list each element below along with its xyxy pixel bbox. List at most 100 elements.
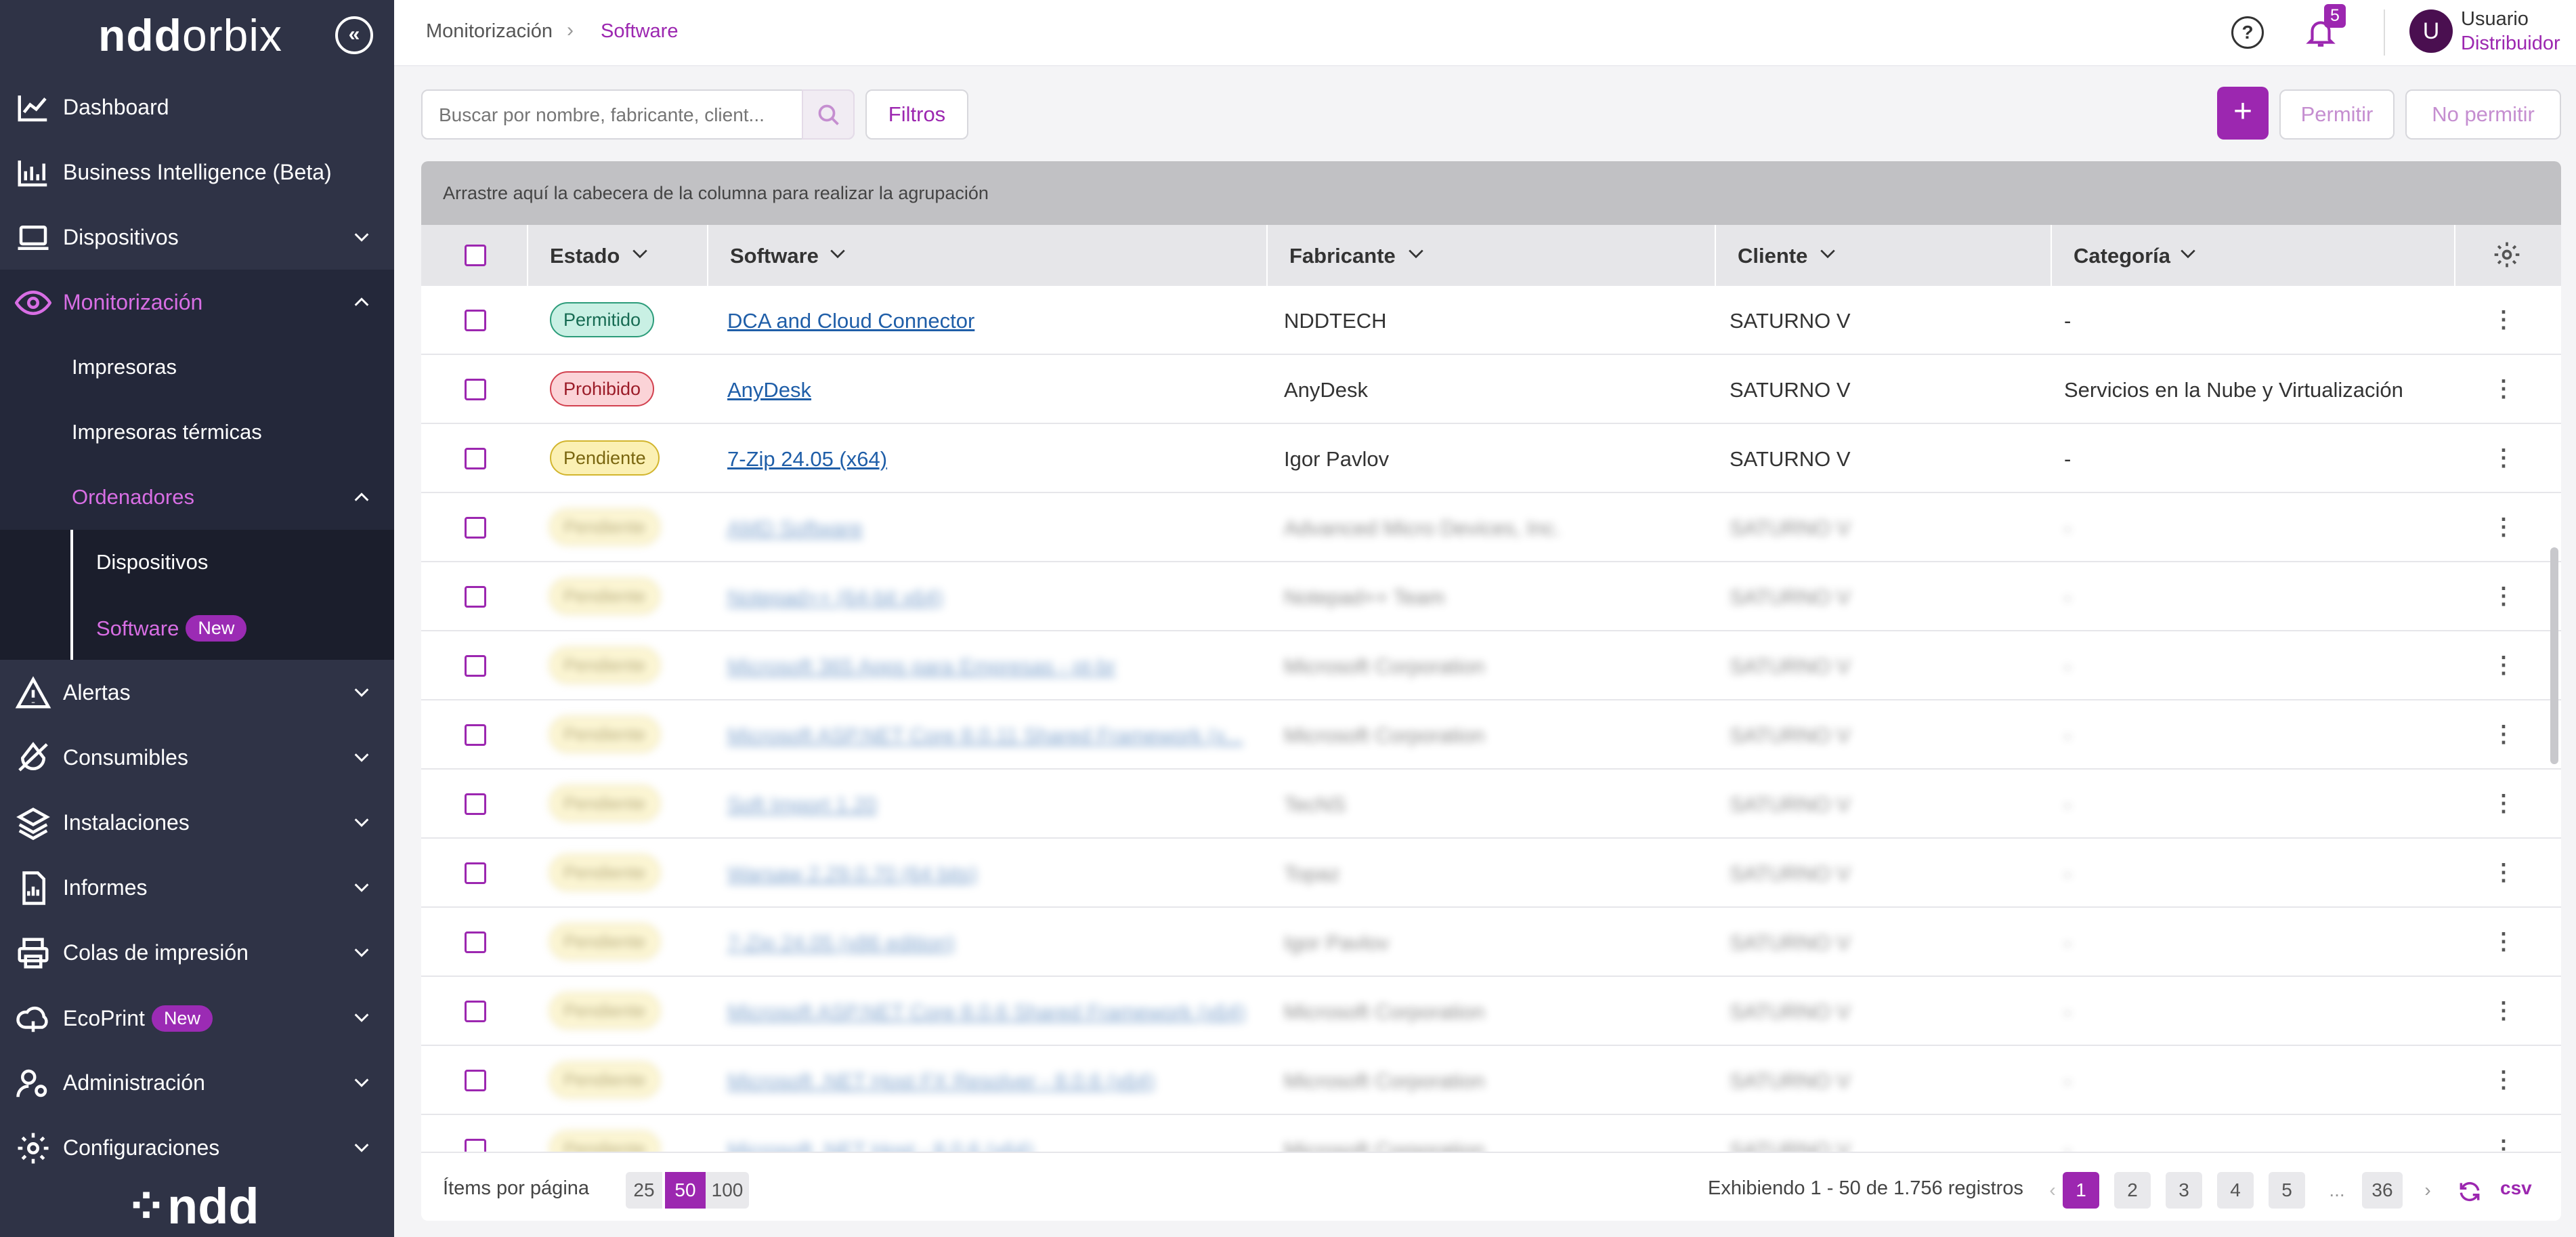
software-link[interactable]: 7-Zip 24.05 (x64): [727, 447, 887, 471]
sidebar-item-configuraciones[interactable]: Configuraciones: [0, 1115, 394, 1180]
row-menu-icon[interactable]: ⋮: [2492, 721, 2515, 748]
table-row[interactable]: Pendiente Warsaw 2.29.0.70 (64 bits) Topaz…: [421, 839, 2561, 908]
refresh-icon[interactable]: [2457, 1179, 2483, 1204]
row-menu-icon[interactable]: ⋮: [2492, 790, 2515, 817]
software-link[interactable]: Soft Import 1.20: [727, 793, 877, 817]
gear-icon[interactable]: [2492, 240, 2522, 270]
export-csv-button[interactable]: csv: [2500, 1177, 2532, 1199]
table-row[interactable]: Pendiente Notepad++ (64-bit x64) Notepad++…: [421, 562, 2561, 631]
row-menu-icon[interactable]: ⋮: [2492, 928, 2515, 955]
page-button-36[interactable]: 36: [2362, 1172, 2403, 1209]
software-link[interactable]: Warsaw 2.29.0.70 (64 bits): [727, 862, 977, 886]
row-checkbox[interactable]: [465, 931, 486, 953]
table-row[interactable]: Pendiente Microsoft 365 Apps para Empresa…: [421, 631, 2561, 700]
sidebar-subitem-ordenadores[interactable]: Ordenadores: [0, 465, 394, 530]
page-button-4[interactable]: 4: [2217, 1172, 2254, 1209]
deny-button[interactable]: No permitir: [2405, 89, 2561, 140]
row-menu-icon[interactable]: ⋮: [2492, 859, 2515, 886]
sidebar-subitem-impresoras-termicas[interactable]: Impresoras térmicas: [0, 400, 394, 465]
column-header-fabricante[interactable]: Fabricante: [1266, 225, 1715, 286]
software-link[interactable]: Microsoft 365 Apps para Empresas - pt-br: [727, 654, 1116, 679]
allow-button[interactable]: Permitir: [2279, 89, 2395, 140]
avatar[interactable]: U: [2409, 9, 2453, 53]
row-checkbox[interactable]: [465, 379, 486, 400]
sidebar-item-dashboard[interactable]: Dashboard: [0, 75, 394, 140]
row-checkbox[interactable]: [465, 586, 486, 608]
row-menu-icon[interactable]: ⋮: [2492, 444, 2515, 471]
row-menu-icon[interactable]: ⋮: [2492, 583, 2515, 610]
row-menu-icon[interactable]: ⋮: [2492, 375, 2515, 402]
sidebar-subitem-impresoras[interactable]: Impresoras: [0, 335, 394, 400]
column-header-software[interactable]: Software: [707, 225, 1266, 286]
sidebar-item-informes[interactable]: Informes: [0, 855, 394, 920]
column-header-cliente[interactable]: Cliente: [1715, 225, 2051, 286]
group-by-drop-zone[interactable]: Arrastre aquí la cabecera de la columna …: [421, 161, 2561, 225]
row-checkbox[interactable]: [465, 655, 486, 677]
software-link[interactable]: DCA and Cloud Connector: [727, 309, 974, 333]
page-button-2[interactable]: 2: [2114, 1172, 2151, 1209]
sidebar-item-monitorizacion[interactable]: Monitorización: [0, 270, 394, 335]
row-checkbox[interactable]: [465, 517, 486, 539]
page-size-25[interactable]: 25: [626, 1172, 662, 1209]
software-link[interactable]: Notepad++ (64-bit x64): [727, 585, 943, 610]
nddorbix-logo[interactable]: nddorbix: [98, 9, 282, 61]
column-header-categoria[interactable]: Categoría: [2051, 225, 2454, 286]
row-menu-icon[interactable]: ⋮: [2492, 306, 2515, 333]
table-row[interactable]: Pendiente Microsoft ASP.NET Core 8.0.6 Sh…: [421, 977, 2561, 1046]
sidebar-item-ecoprint[interactable]: EcoPrint New: [0, 985, 394, 1050]
row-checkbox[interactable]: [465, 448, 486, 469]
table-row[interactable]: Pendiente AMD Software Advanced Micro Devi…: [421, 493, 2561, 562]
chevron-right-icon[interactable]: ›: [2409, 1172, 2446, 1209]
row-menu-icon[interactable]: ⋮: [2492, 1066, 2515, 1093]
help-icon[interactable]: ?: [2231, 16, 2264, 49]
breadcrumb-monitorizacion[interactable]: Monitorización: [426, 20, 553, 43]
sidebar-item-consumibles[interactable]: Consumibles: [0, 725, 394, 790]
row-menu-icon[interactable]: ⋮: [2492, 652, 2515, 679]
select-all-checkbox[interactable]: [465, 245, 486, 266]
row-menu-icon[interactable]: ⋮: [2492, 513, 2515, 541]
sidebar-subitem-ordenadores-dispositivos[interactable]: Dispositivos: [0, 530, 394, 595]
table-row[interactable]: Pendiente Soft Import 1.20 TecNS SATURNO V -…: [421, 770, 2561, 839]
table-row[interactable]: Permitido DCA and Cloud Connector NDDTECH S…: [421, 286, 2561, 355]
sidebar-subitem-software[interactable]: Software New: [0, 595, 394, 660]
vertical-scrollbar[interactable]: [2550, 547, 2558, 764]
row-checkbox[interactable]: [465, 310, 486, 331]
software-link[interactable]: AnyDesk: [727, 378, 811, 402]
software-link[interactable]: Microsoft ASP.NET Core 8.0.6 Shared Fram…: [727, 1000, 1246, 1024]
page-size-100[interactable]: 100: [706, 1172, 749, 1209]
sidebar-item-colas-de-impresion[interactable]: Colas de impresión: [0, 920, 394, 985]
table-row[interactable]: Pendiente Microsoft ASP.NET Core 8.0.11 S…: [421, 700, 2561, 770]
row-checkbox[interactable]: [465, 1001, 486, 1022]
row-checkbox[interactable]: [465, 1070, 486, 1091]
table-row[interactable]: Pendiente Microsoft .NET Host FX Resolver…: [421, 1046, 2561, 1115]
add-button[interactable]: +: [2217, 87, 2269, 140]
row-checkbox[interactable]: [465, 793, 486, 815]
table-row[interactable]: Pendiente 7-Zip 24.05 (x64) Igor Pavlov SAT…: [421, 424, 2561, 493]
page-button-3[interactable]: 3: [2166, 1172, 2202, 1209]
page-button-5[interactable]: 5: [2269, 1172, 2305, 1209]
filters-button[interactable]: Filtros: [865, 89, 968, 140]
sidebar-item-label: Monitorización: [63, 290, 203, 314]
sidebar-item-administracion[interactable]: Administración: [0, 1050, 394, 1115]
table-row[interactable]: Prohibido AnyDesk AnyDesk SATURNO V Servicio…: [421, 355, 2561, 424]
search-input[interactable]: [439, 103, 777, 127]
table-row[interactable]: Pendiente 7-Zip 24.05 (x86 edition) Igor P…: [421, 908, 2561, 977]
software-link[interactable]: 7-Zip 24.05 (x86 edition): [727, 931, 955, 955]
sidebar-item-business-intelligence[interactable]: Business Intelligence (Beta): [0, 140, 394, 205]
page-button-1[interactable]: 1: [2063, 1172, 2099, 1209]
sidebar-item-dispositivos[interactable]: Dispositivos: [0, 205, 394, 270]
software-link[interactable]: AMD Software: [727, 516, 863, 541]
collapse-sidebar-icon[interactable]: «: [335, 16, 373, 54]
tree-line: [70, 530, 73, 595]
row-checkbox[interactable]: [465, 724, 486, 746]
user-name[interactable]: Usuario: [2461, 8, 2529, 30]
row-menu-icon[interactable]: ⋮: [2492, 997, 2515, 1024]
sidebar-item-instalaciones[interactable]: Instalaciones: [0, 790, 394, 855]
sidebar-item-alertas[interactable]: Alertas: [0, 660, 394, 725]
software-link[interactable]: Microsoft ASP.NET Core 8.0.11 Shared Fra…: [727, 724, 1243, 748]
row-checkbox[interactable]: [465, 862, 486, 884]
software-link[interactable]: Microsoft .NET Host FX Resolver - 8.0.6 …: [727, 1069, 1155, 1093]
search-button[interactable]: [802, 89, 855, 140]
column-header-estado[interactable]: Estado: [527, 225, 707, 286]
page-size-50[interactable]: 50: [665, 1172, 706, 1209]
